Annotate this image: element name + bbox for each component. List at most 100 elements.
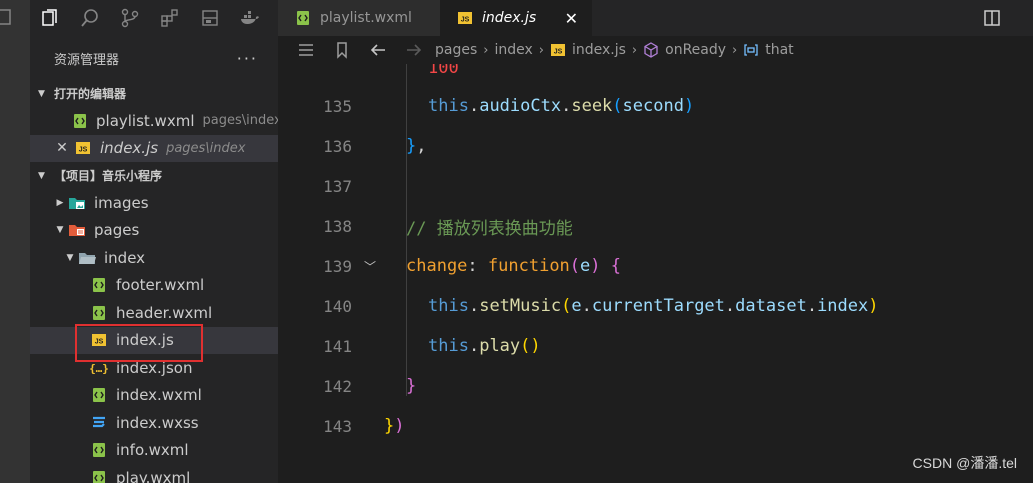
wxml-file-icon (90, 276, 108, 294)
js-file-icon: JS (456, 9, 474, 27)
open-editor-path: pages\index (202, 113, 278, 129)
tree-folder-pages[interactable]: ▼ pages (30, 217, 278, 245)
js-file-icon: JS (550, 42, 566, 58)
line-number: 137 (323, 176, 352, 196)
split-editor-icon[interactable] (983, 9, 1001, 27)
code-line: 140 this.setMusic(e.currentTarget.datase… (278, 286, 1033, 326)
annotation-highlight (75, 324, 203, 362)
chevron-down-icon[interactable]: ﹀ (352, 258, 388, 275)
close-icon[interactable]: ✕ (54, 140, 70, 156)
tree-item-label: images (94, 193, 149, 212)
open-editor-item[interactable]: ✕ JS index.js pages\index (30, 134, 278, 162)
editor-toolbar (278, 36, 432, 64)
line-number: 139 (323, 256, 352, 276)
tab-playlist-wxml[interactable]: playlist.wxml (278, 0, 440, 36)
open-editor-path: pages\index (166, 140, 246, 156)
chevron-right-icon: › (483, 42, 489, 58)
code-line: 137 (278, 166, 1033, 206)
tree-item-label: footer.wxml (116, 276, 205, 295)
js-file-icon: JS (74, 139, 92, 157)
chevron-down-icon: ▼ (66, 252, 74, 263)
code-line: 142 } (278, 366, 1033, 406)
svg-text:JS: JS (554, 49, 563, 56)
line-number: 135 (323, 96, 352, 116)
breadcrumb: pages › index › JS index.js › onReady › … (435, 42, 794, 58)
watermark: CSDN @潘潘.tel (912, 455, 1017, 471)
more-actions-button[interactable]: ··· (237, 49, 258, 68)
breadcrumb-item[interactable]: onReady (665, 42, 726, 58)
forward-arrow-icon[interactable] (396, 36, 432, 64)
search-icon[interactable] (70, 0, 110, 36)
tab-label: index.js (482, 10, 537, 26)
image-folder-icon (68, 194, 86, 212)
folder-open-icon (78, 249, 96, 267)
code-text: }, (406, 136, 427, 156)
line-number: 143 (323, 416, 352, 436)
tree-item-label: pages (94, 221, 140, 240)
activity-icons (30, 0, 270, 36)
tree-folder-images[interactable]: ▶ images (30, 189, 278, 217)
open-editor-name: playlist.wxml (96, 111, 195, 130)
wxml-file-icon (90, 441, 108, 459)
code-line: 100 (278, 64, 1033, 88)
chevron-right-icon: ▶ (56, 197, 64, 208)
tree-file[interactable]: header.wxml (30, 299, 278, 327)
line-number: 141 (323, 336, 352, 356)
wxml-file-icon (294, 9, 312, 27)
code-editor[interactable]: 100 135 this.audioCtx.seek(second) 136 }… (278, 64, 1033, 483)
bookmark-icon[interactable] (324, 36, 360, 64)
code-line: 139 ﹀ change: function(e) { (278, 246, 1033, 286)
breadcrumb-item[interactable]: pages (435, 42, 477, 58)
chevron-right-icon: › (538, 42, 544, 58)
code-text: this.setMusic(e.currentTarget.dataset.in… (428, 296, 879, 316)
activity-bar (0, 0, 30, 483)
tree-file[interactable]: info.wxml (30, 437, 278, 465)
code-line: 136 }, (278, 126, 1033, 166)
open-editor-name: index.js (100, 139, 159, 158)
source-control-icon[interactable] (110, 0, 150, 36)
open-editor-item[interactable]: playlist.wxml pages\index (30, 107, 278, 135)
code-line: 135 this.audioCtx.seek(second) (278, 86, 1033, 126)
wxml-file-icon (90, 386, 108, 404)
line-number: 136 (323, 136, 352, 156)
tree-file[interactable]: play.wxml (30, 464, 278, 483)
chevron-down-icon: ▼ (38, 170, 45, 181)
line-number: 140 (323, 296, 352, 316)
wxml-file-icon (90, 304, 108, 322)
svg-text:{…}: {…} (90, 362, 108, 375)
explorer-sidebar: 资源管理器 ··· ▼ 打开的编辑器 playlist.wxml pages\i… (30, 36, 278, 483)
chevron-right-icon: › (732, 42, 738, 58)
open-editors-header[interactable]: ▼ 打开的编辑器 (30, 80, 278, 107)
chevron-down-icon: ▼ (38, 88, 45, 99)
list-icon[interactable] (288, 36, 324, 64)
code-text: this.play() (428, 336, 541, 356)
explorer-title: 资源管理器 (54, 52, 120, 68)
chevron-down-icon: ▼ (56, 225, 64, 236)
breadcrumb-item[interactable]: index (494, 42, 532, 58)
docker-icon[interactable] (230, 0, 270, 36)
code-comment: // 播放列表换曲功能 (406, 218, 573, 239)
storage-icon[interactable] (190, 0, 230, 36)
code-text: change: function(e) { (406, 256, 622, 276)
code-line: 141 this.play() (278, 326, 1033, 366)
extensions-icon[interactable] (150, 0, 190, 36)
files-icon[interactable] (30, 0, 70, 36)
panel-icon[interactable] (0, 6, 14, 32)
tree-file[interactable]: footer.wxml (30, 272, 278, 300)
tree-folder-index[interactable]: ▼ index (30, 244, 278, 272)
tree-file[interactable]: index.wxss (30, 409, 278, 437)
breadcrumb-item[interactable]: index.js (572, 42, 626, 58)
breadcrumb-item[interactable]: that (765, 42, 793, 58)
code-text: 100 (388, 64, 459, 78)
tree-file[interactable]: index.wxml (30, 382, 278, 410)
code-text: } (406, 376, 417, 396)
back-arrow-icon[interactable] (360, 36, 396, 64)
code-number: 100 (428, 64, 459, 78)
method-cube-icon (643, 42, 659, 58)
line-number: 138 (323, 216, 352, 236)
svg-text:JS: JS (461, 17, 470, 24)
project-header[interactable]: ▼ 【项目】音乐小程序 (30, 162, 278, 189)
close-icon[interactable]: ✕ (565, 9, 578, 28)
tree-item-label: index.wxml (116, 386, 202, 405)
tab-index-js[interactable]: JS index.js ✕ (440, 0, 592, 36)
